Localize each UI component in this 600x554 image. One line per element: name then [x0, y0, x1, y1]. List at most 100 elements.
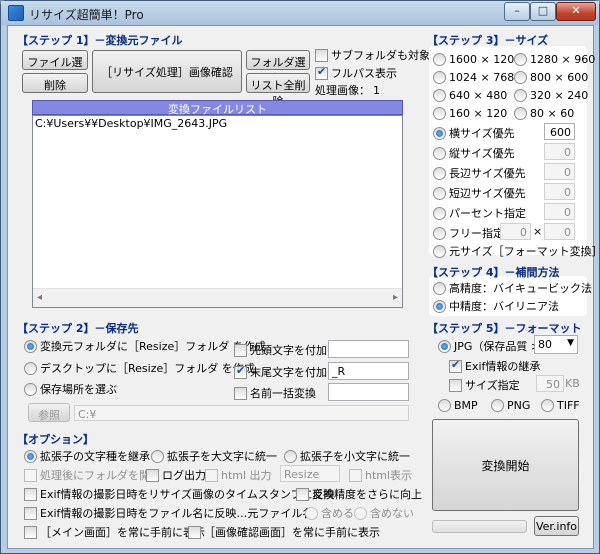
- lower-ext-radio-dot[interactable]: [284, 449, 297, 463]
- png-radio[interactable]: PNG: [491, 399, 530, 412]
- size-1280-radio-dot[interactable]: [514, 53, 527, 66]
- short-side-value-input[interactable]: 0: [544, 183, 575, 200]
- upper-ext-radio-dot[interactable]: [151, 449, 164, 463]
- size-80-radio[interactable]: 80 × 60: [514, 107, 574, 120]
- main-topmost-checkbox[interactable]: ［メイン画面］を常に手前に表示: [24, 524, 205, 540]
- long-side-priority-radio-dot[interactable]: [433, 166, 446, 180]
- convert-start-button[interactable]: 変換開始: [432, 419, 579, 511]
- save-source-folder-radio-dot[interactable]: [24, 339, 37, 353]
- html-show-checkbox[interactable]: html表示: [349, 467, 412, 483]
- long-side-priority-radio[interactable]: 長辺サイズ優先: [433, 165, 526, 181]
- bmp-radio-dot[interactable]: [438, 399, 451, 412]
- chevron-down-icon[interactable]: ▼: [567, 338, 574, 348]
- size-1024-radio-dot[interactable]: [433, 71, 446, 84]
- percent-radio-dot[interactable]: [433, 206, 446, 220]
- include-subfolders-checkbox[interactable]: サブフォルダも対象: [315, 47, 430, 63]
- prefix-input[interactable]: [328, 340, 409, 358]
- version-info-button[interactable]: Ver.info: [534, 516, 579, 536]
- free-size-radio-dot[interactable]: [433, 226, 446, 240]
- save-desktop-radio[interactable]: デスクトップに［Resize］フォルダ を作成: [24, 360, 255, 376]
- include-subfolders-box[interactable]: [315, 48, 328, 62]
- scroll-right-icon[interactable]: ▸: [393, 292, 398, 303]
- short-side-priority-radio-dot[interactable]: [433, 186, 446, 200]
- size-640-radio-dot[interactable]: [433, 89, 446, 102]
- minimize-button[interactable]: –: [504, 2, 530, 21]
- keep-ext-case-radio[interactable]: 拡張子の文字種を継承: [24, 448, 150, 464]
- log-output-box[interactable]: [146, 468, 159, 482]
- bicubic-radio[interactable]: 高精度：バイキュービック法: [433, 280, 592, 296]
- size-1600-radio-dot[interactable]: [433, 53, 446, 66]
- include-name-radio[interactable]: 含める: [305, 505, 354, 521]
- save-choose-radio-dot[interactable]: [24, 382, 37, 396]
- suffix-box[interactable]: [234, 364, 247, 379]
- size-320-radio-dot[interactable]: [514, 89, 527, 102]
- html-output-box[interactable]: [205, 468, 218, 482]
- long-side-value-input[interactable]: 0: [544, 163, 575, 180]
- percent-value-input[interactable]: 0: [544, 203, 575, 220]
- size-640-radio[interactable]: 640 × 480: [433, 89, 507, 102]
- preview-topmost-box[interactable]: [188, 525, 201, 539]
- scroll-left-icon[interactable]: ◂: [37, 292, 42, 303]
- tiff-radio[interactable]: TIFF: [541, 399, 580, 412]
- improve-accuracy-box[interactable]: [296, 487, 309, 501]
- width-priority-radio[interactable]: 横サイズ優先: [433, 125, 515, 141]
- size-320-radio[interactable]: 320 × 240: [514, 89, 588, 102]
- bicubic-radio-dot[interactable]: [433, 281, 446, 295]
- save-path-input[interactable]: C:¥: [74, 405, 409, 421]
- size-160-radio[interactable]: 160 × 120: [433, 107, 507, 120]
- clear-list-button[interactable]: リスト全削除: [246, 73, 310, 108]
- html-output-checkbox[interactable]: html 出力: [205, 467, 272, 483]
- exif-filename-box[interactable]: [24, 506, 37, 520]
- jpg-radio[interactable]: JPG（保存品質 >: [438, 338, 540, 354]
- upper-ext-radio[interactable]: 拡張子を大文字に統一: [151, 448, 277, 464]
- main-topmost-box[interactable]: [24, 525, 37, 539]
- save-desktop-radio-dot[interactable]: [24, 361, 37, 375]
- maximize-button[interactable]: □: [530, 2, 556, 21]
- rename-checkbox[interactable]: 名前一括変換: [234, 385, 316, 401]
- open-folder-checkbox[interactable]: 処理後にフォルダを開く: [24, 467, 161, 483]
- size-160-radio-dot[interactable]: [433, 107, 446, 120]
- exif-timestamp-checkbox[interactable]: Exif情報の撮影日時をリサイズ画像のタイムスタンプに反映: [24, 486, 335, 502]
- free-size-radio[interactable]: フリー指定: [433, 225, 504, 241]
- original-size-radio[interactable]: 元サイズ［フォーマット変換］: [433, 243, 600, 259]
- save-choose-radio[interactable]: 保存場所を選ぶ: [24, 381, 117, 397]
- exif-inherit-checkbox[interactable]: Exif情報の継承: [449, 358, 540, 374]
- exif-inherit-box[interactable]: [449, 358, 462, 373]
- size-limit-input[interactable]: 50: [536, 375, 564, 392]
- suffix-input[interactable]: _R: [328, 362, 409, 380]
- close-button[interactable]: ✕: [556, 2, 596, 21]
- jpg-quality-select[interactable]: 80 ▼: [534, 335, 578, 354]
- exclude-name-radio-dot[interactable]: [354, 506, 367, 520]
- keep-ext-case-radio-dot[interactable]: [24, 449, 37, 463]
- improve-accuracy-checkbox[interactable]: 変換精度をさらに向上: [296, 486, 422, 502]
- include-name-radio-dot[interactable]: [305, 506, 318, 520]
- open-folder-box[interactable]: [24, 468, 37, 482]
- jpg-radio-dot[interactable]: [438, 339, 451, 353]
- bmp-radio[interactable]: BMP: [438, 399, 478, 412]
- log-name-input[interactable]: Resize: [280, 465, 340, 482]
- width-value-input[interactable]: 600: [544, 123, 575, 140]
- suffix-checkbox[interactable]: 末尾文字を付加: [234, 364, 327, 380]
- rename-box[interactable]: [234, 386, 247, 400]
- full-path-box[interactable]: [315, 65, 328, 80]
- short-side-priority-radio[interactable]: 短辺サイズ優先: [433, 185, 526, 201]
- free-width-input[interactable]: 0: [500, 223, 531, 240]
- height-value-input[interactable]: 0: [544, 143, 575, 160]
- height-priority-radio[interactable]: 縦サイズ優先: [433, 145, 515, 161]
- exif-filename-checkbox[interactable]: Exif情報の撮影日時をファイル名に反映…元ファイル名：: [24, 505, 324, 521]
- size-1280-radio[interactable]: 1280 × 960: [514, 53, 595, 66]
- lower-ext-radio[interactable]: 拡張子を小文字に統一: [284, 448, 410, 464]
- size-800-radio[interactable]: 800 × 600: [514, 71, 588, 84]
- browse-button[interactable]: 参照: [28, 403, 70, 422]
- size-800-radio-dot[interactable]: [514, 71, 527, 84]
- preview-topmost-checkbox[interactable]: ［画像確認画面］を常に手前に表示: [188, 524, 380, 540]
- prefix-checkbox[interactable]: 先頭文字を付加: [234, 342, 327, 358]
- rename-input[interactable]: [328, 383, 409, 401]
- original-size-radio-dot[interactable]: [433, 244, 446, 258]
- file-list[interactable]: C:¥Users¥¥Desktop¥IMG_2643.JPG ◂ ▸: [32, 115, 403, 308]
- height-priority-radio-dot[interactable]: [433, 146, 446, 160]
- save-source-folder-radio[interactable]: 変換元フォルダに［Resize］フォルダ を作成: [24, 338, 266, 354]
- percent-radio[interactable]: パーセント指定: [433, 205, 526, 221]
- png-radio-dot[interactable]: [491, 399, 504, 412]
- width-priority-radio-dot[interactable]: [433, 126, 446, 140]
